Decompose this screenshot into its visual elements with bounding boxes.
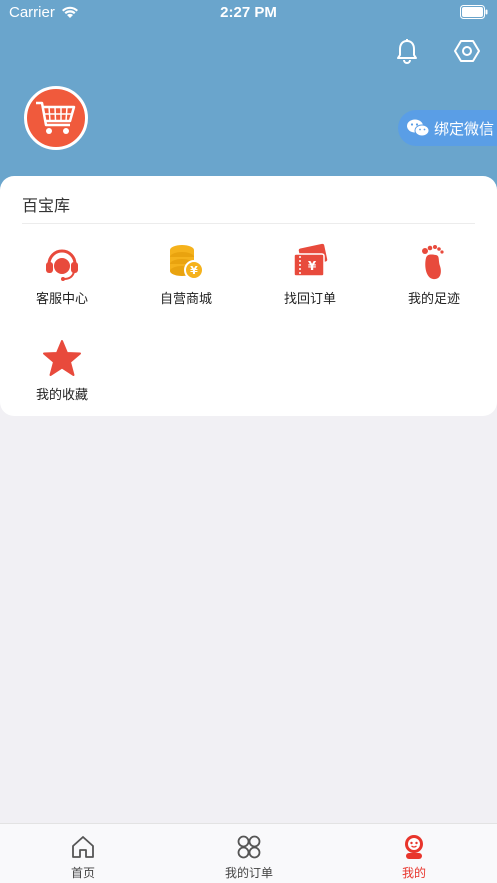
tab-label: 我的订单 [224, 866, 273, 880]
wechat-icon [407, 119, 430, 137]
grid-item-label: 我的收藏 [35, 388, 88, 403]
coins-icon: ¥ [170, 245, 204, 280]
bind-wechat-button[interactable]: 绑定微信 [398, 110, 497, 146]
treasure-card: 百宝库 客服中心 ¥ 自营商城 ¥ 找回订单 我的足迹 我的收藏 [0, 176, 497, 416]
divider [22, 223, 475, 224]
grid-item-label: 找回订单 [283, 292, 336, 307]
tab-label: 我的 [401, 866, 426, 880]
bottom-tab-bar: 首页 我的订单 我的 [0, 823, 497, 883]
headset-icon [46, 249, 78, 281]
grid-icon [237, 835, 261, 859]
profile-icon [405, 835, 423, 859]
grid-item-customer-service[interactable]: 客服中心 [0, 242, 124, 307]
tab-my-orders[interactable]: 我的订单 [166, 824, 332, 883]
clock: 2:27 PM [220, 4, 277, 21]
bell-icon[interactable] [393, 37, 421, 65]
status-bar: Carrier 2:27 PM [0, 0, 497, 26]
avatar[interactable] [24, 86, 88, 150]
svg-text:¥: ¥ [190, 264, 198, 277]
ticket-icon: ¥ [293, 243, 328, 277]
grid-item-retrieve-order[interactable]: ¥ 找回订单 [248, 242, 372, 307]
grid-item-label: 自营商城 [159, 292, 212, 307]
shopping-cart-icon [36, 101, 76, 134]
bind-wechat-label: 绑定微信 [434, 119, 495, 138]
grid-item-my-favorites[interactable]: 我的收藏 [0, 338, 124, 403]
home-icon [72, 836, 94, 858]
tab-mine[interactable]: 我的 [331, 824, 497, 883]
footprint-icon [422, 245, 444, 280]
settings-icon[interactable] [453, 37, 481, 65]
grid-item-my-footprint[interactable]: 我的足迹 [372, 242, 496, 307]
grid-item-label: 客服中心 [35, 292, 88, 307]
battery-icon [460, 5, 488, 19]
grid-item-label: 我的足迹 [407, 292, 460, 307]
tab-label: 首页 [70, 866, 95, 880]
profile-header: Carrier 2:27 PM 绑定微信 [0, 0, 497, 200]
star-icon [43, 340, 81, 376]
svg-text:¥: ¥ [308, 259, 317, 273]
grid-item-self-mall[interactable]: ¥ 自营商城 [124, 242, 248, 307]
tab-home[interactable]: 首页 [0, 824, 166, 883]
card-title: 百宝库 [22, 196, 71, 215]
